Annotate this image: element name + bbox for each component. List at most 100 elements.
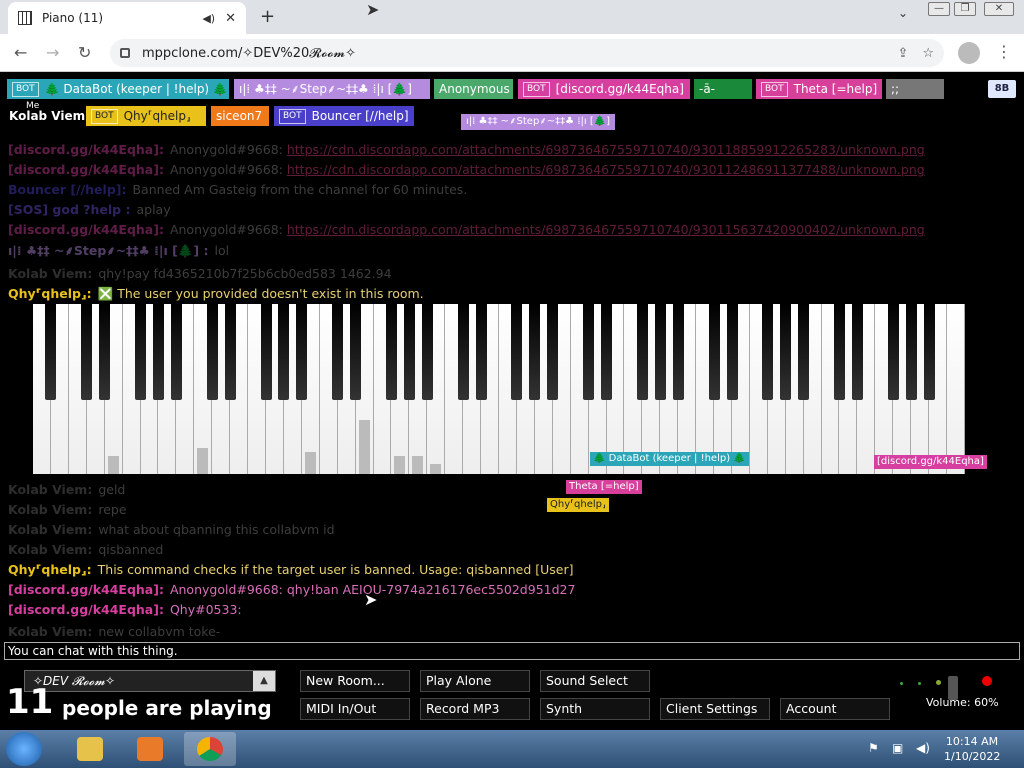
chat-author[interactable]: Kolab Viem: [8,624,92,639]
piano-black-key[interactable] [547,304,559,400]
media-taskbar-button[interactable] [124,732,176,766]
piano-black-key[interactable] [780,304,792,400]
user-nameplate[interactable]: BOT Qhy⸢qhelp⸥ [86,106,206,126]
piano-black-key[interactable] [851,304,863,400]
piano-black-key[interactable] [421,304,433,400]
piano-black-key[interactable] [887,304,899,400]
speaker-icon[interactable]: ◀) [202,12,215,25]
piano-black-key[interactable] [45,304,57,400]
url-text[interactable]: mppclone.com/✧DEV%20𝓡𝓸𝓸𝓶✧ [142,46,883,61]
close-tab-icon[interactable]: ✕ [225,11,236,26]
chat-author[interactable]: Kolab Viem: [8,482,92,497]
chat-author[interactable]: Qhy⸢qhelp⸥: [8,286,92,301]
bookmark-star-icon[interactable]: ☆ [922,46,934,61]
chat-author[interactable]: Bouncer [//help]: [8,182,126,197]
piano-black-key[interactable] [403,304,415,400]
piano-black-key[interactable] [905,304,917,400]
user-nameplate[interactable]: Anonymous [434,79,513,99]
tray-volume-icon[interactable]: ◀) [916,741,930,755]
profile-avatar-icon[interactable] [958,42,980,64]
client-settings-button[interactable]: Client Settings [660,698,770,720]
chat-author[interactable]: [discord.gg/k44Eqha]: [8,142,164,157]
windows-start-icon[interactable] [6,732,42,766]
window-close-button[interactable]: ✕ [984,2,1014,16]
tab-search-chevron-icon[interactable]: ⌄ [898,6,908,20]
piano-black-key[interactable] [99,304,111,400]
piano-black-key[interactable] [834,304,846,400]
piano-black-key[interactable] [152,304,164,400]
chat-author[interactable]: [discord.gg/k44Eqha]: [8,602,164,617]
chat-author[interactable]: [discord.gg/k44Eqha]: [8,582,164,597]
piano-keyboard[interactable] [33,304,965,474]
piano-black-key[interactable] [260,304,272,400]
user-nameplate[interactable]: siceon7 [211,106,269,126]
chrome-taskbar-button[interactable] [184,732,236,766]
piano-black-key[interactable] [296,304,308,400]
forward-arrow-icon[interactable]: → [46,43,59,62]
piano-black-key[interactable] [170,304,182,400]
minimize-button[interactable]: — [928,2,950,16]
user-nameplate[interactable]: Kolab Viem [4,106,85,126]
piano-black-key[interactable] [529,304,541,400]
piano-black-key[interactable] [224,304,236,400]
reload-icon[interactable]: ↻ [78,43,91,62]
piano-black-key[interactable] [601,304,613,400]
user-nameplate[interactable]: BOT Theta [=help] [756,79,882,99]
kebab-menu-icon[interactable]: ⋮ [996,42,1012,61]
new-room-button[interactable]: New Room... [300,670,410,692]
piano-black-key[interactable] [923,304,935,400]
tray-network-icon[interactable]: ▣ [892,741,903,755]
piano-black-key[interactable] [350,304,362,400]
chat-input[interactable]: You can chat with this thing. [4,642,1020,660]
piano-black-key[interactable] [654,304,666,400]
user-nameplate[interactable]: ı|⁞ ♣‡‡ ~⸙Step⸙~‡‡♣ ⁞|ı [🌲] [234,79,430,99]
system-clock[interactable]: 10:14 AM 1/10/2022 [944,734,1000,764]
badge-8b[interactable]: 8B [988,80,1016,98]
explorer-taskbar-button[interactable] [64,732,116,766]
piano-black-key[interactable] [672,304,684,400]
piano-black-key[interactable] [81,304,93,400]
user-nameplate[interactable]: ;; [886,79,944,99]
record-mp3-button[interactable]: Record MP3 [420,698,530,720]
chat-author[interactable]: Kolab Viem: [8,542,92,557]
piano-black-key[interactable] [583,304,595,400]
midi-button[interactable]: MIDI In/Out [300,698,410,720]
chat-author[interactable]: Kolab Viem: [8,522,92,537]
chat-link[interactable]: https://cdn.discordapp.com/attachments/6… [287,162,925,177]
piano-black-key[interactable] [726,304,738,400]
piano-black-key[interactable] [762,304,774,400]
chat-link[interactable]: https://cdn.discordapp.com/attachments/6… [287,222,925,237]
piano-black-key[interactable] [385,304,397,400]
tray-flag-icon[interactable]: ⚑ [868,741,879,755]
chat-author[interactable]: Kolab Viem: [8,266,92,281]
piano-black-key[interactable] [475,304,487,400]
user-nameplate[interactable]: BOT [discord.gg/k44Eqha] [518,79,690,99]
piano-black-key[interactable] [206,304,218,400]
sound-select-button[interactable]: Sound Select [540,670,650,692]
browser-tab[interactable]: Piano (11) ◀) ✕ [8,2,246,34]
share-icon[interactable]: ⇪ [897,46,908,61]
user-nameplate[interactable]: BOT Bouncer [//help] [274,106,414,126]
piano-black-key[interactable] [511,304,523,400]
omnibox[interactable]: mppclone.com/✧DEV%20𝓡𝓸𝓸𝓶✧ ⇪ ☆ [110,39,944,67]
volume-control[interactable]: Volume: 60% [896,670,1006,710]
piano-black-key[interactable] [332,304,344,400]
piano-black-key[interactable] [278,304,290,400]
piano-black-key[interactable] [708,304,720,400]
piano-black-key[interactable] [457,304,469,400]
piano-black-key[interactable] [798,304,810,400]
chat-author[interactable]: Kolab Viem: [8,502,92,517]
chat-link[interactable]: https://cdn.discordapp.com/attachments/6… [287,142,925,157]
piano-black-key[interactable] [636,304,648,400]
user-nameplate[interactable]: -ā- [694,79,752,99]
chat-author[interactable]: ı|⁞ ♣‡‡ ~⸙Step⸙~‡‡♣ ⁞|ı [🌲] : [8,243,208,258]
synth-button[interactable]: Synth [540,698,650,720]
room-selector[interactable]: ✧DEV 𝓡𝓸𝓸𝓶✧ ▲ [24,670,276,692]
chat-author[interactable]: Qhy⸢qhelp⸥: [8,562,92,577]
chat-author[interactable]: [discord.gg/k44Eqha]: [8,162,164,177]
piano-black-key[interactable] [135,304,147,400]
chat-author[interactable]: [discord.gg/k44Eqha]: [8,222,164,237]
play-alone-button[interactable]: Play Alone [420,670,530,692]
room-arrow-icon[interactable]: ▲ [253,671,275,691]
new-tab-button[interactable]: + [260,6,275,27]
